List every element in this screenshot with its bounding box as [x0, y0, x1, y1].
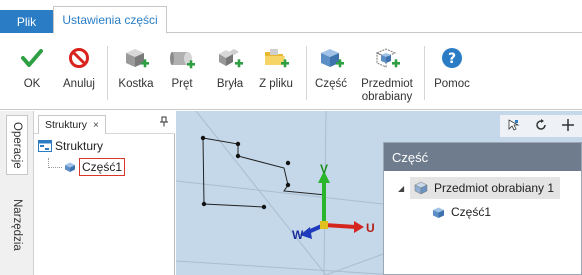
svg-text:?: ?: [448, 51, 456, 67]
pan-icon[interactable]: [562, 118, 575, 134]
workpiece-item-label: Przedmiot obrabiany 1: [434, 181, 555, 195]
expand-triangle-icon[interactable]: ◢: [398, 184, 410, 193]
close-icon[interactable]: ×: [93, 120, 99, 131]
part-icon: [64, 161, 76, 173]
tree-item-part1-label: Część1: [79, 158, 126, 176]
help-icon: ?: [437, 42, 467, 74]
cube-label: Kostka: [118, 78, 154, 90]
tree-item-workpiece[interactable]: ◢ Przedmiot obrabiany 1: [398, 177, 574, 199]
pin-icon[interactable]: [159, 116, 169, 130]
cube-button[interactable]: Kostka: [114, 34, 158, 110]
side-tab-strip: Operacje Narzędzia: [0, 111, 34, 275]
tree-root-structures[interactable]: Struktury: [38, 139, 103, 153]
structure-tree-icon: [38, 140, 52, 152]
cancel-label: Anuluj: [63, 78, 95, 90]
rotate-icon[interactable]: [535, 118, 547, 134]
tab-tools-label: Narzędzia: [11, 199, 23, 251]
select-cursor-icon[interactable]: [508, 118, 520, 134]
workpiece-label: Przedmiot obrabiany: [361, 78, 413, 104]
cylinder-add-icon: [167, 42, 197, 74]
w-axis-label: W: [292, 228, 304, 242]
dialog-part1-label: Część1: [451, 205, 492, 219]
tab-operations-label: Operacje: [11, 121, 23, 169]
v-axis-label: V: [320, 162, 329, 176]
workpiece-button[interactable]: Przedmiot obrabiany: [356, 34, 418, 110]
solid-add-icon: [215, 42, 245, 74]
check-icon: [17, 42, 47, 74]
tab-structures-label: Struktury: [45, 119, 88, 131]
u-axis-arrow: [323, 221, 364, 233]
workpiece-label-line2: obrabiany: [361, 91, 413, 103]
ribbon-toolbar: OK Anuluj Kostka Pręt Bryła Z pliku Częś…: [0, 34, 582, 110]
part-dialog: Część ◢ Przedmiot obrabiany 1 Część1: [383, 142, 582, 275]
part-button[interactable]: Część: [312, 34, 350, 110]
help-button[interactable]: ? Pomoc: [430, 34, 474, 110]
ok-button[interactable]: OK: [12, 34, 52, 110]
workpiece-item-highlight: Przedmiot obrabiany 1: [410, 177, 561, 199]
tree-item-part1[interactable]: Część1: [48, 158, 126, 176]
sketch-points: [200, 135, 291, 210]
ribbon-tab-bar: Plik Ustawienia części: [0, 0, 582, 34]
axis-origin: [320, 221, 328, 229]
workpiece-icon: [414, 181, 428, 195]
tree-guide-line: [48, 158, 62, 168]
structure-panel-header: Struktury ×: [34, 111, 175, 134]
bar-button[interactable]: Pręt: [162, 34, 202, 110]
bar-label: Pręt: [171, 78, 193, 90]
part-dialog-title: Część: [384, 143, 581, 171]
tab-structures[interactable]: Struktury ×: [38, 115, 106, 134]
u-axis-label: U: [366, 221, 375, 235]
from-file-button[interactable]: Z pliku: [254, 34, 298, 110]
tree-root-label: Struktury: [55, 139, 104, 153]
workpiece-add-icon: [372, 42, 402, 74]
from-file-label: Z pliku: [259, 78, 293, 90]
structure-panel: Struktury × Struktury Część1: [34, 111, 175, 275]
ok-label: OK: [23, 78, 41, 90]
tab-operations[interactable]: Operacje: [6, 115, 28, 175]
solid-label: Bryła: [216, 78, 244, 90]
part-icon: [432, 206, 445, 219]
ribbon-separator: [424, 46, 425, 100]
ribbon-separator: [107, 46, 108, 100]
viewport-toolbar: [500, 115, 582, 137]
part-label: Część: [315, 78, 347, 90]
folder-add-icon: [261, 42, 291, 74]
solid-button[interactable]: Bryła: [210, 34, 250, 110]
cancel-icon: [64, 42, 94, 74]
ribbon-separator: [306, 46, 307, 100]
tab-file[interactable]: Plik: [0, 10, 53, 33]
cancel-button[interactable]: Anuluj: [58, 34, 100, 110]
help-label: Pomoc: [434, 78, 470, 90]
tab-tools[interactable]: Narzędzia: [6, 189, 28, 261]
cube-add-icon: [121, 42, 151, 74]
part-add-icon: [316, 42, 346, 74]
workpiece-label-line1: Przedmiot: [361, 78, 413, 90]
tree-item-dialog-part1[interactable]: Część1: [432, 205, 491, 219]
tab-part-settings[interactable]: Ustawienia części: [53, 6, 167, 34]
